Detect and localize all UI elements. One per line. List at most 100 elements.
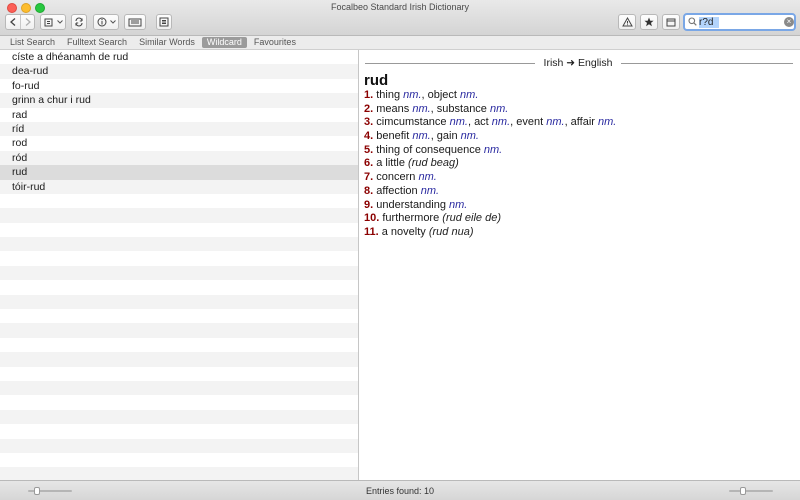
- results-list[interactable]: císte a dhéanamh de rud dea-rud fo-rud grin…: [0, 50, 358, 480]
- info-menu-button[interactable]: [93, 14, 119, 30]
- empty-row: [0, 194, 358, 208]
- grammar-tag: nm.: [420, 184, 440, 197]
- direction-header: Irish ➜ English: [365, 57, 793, 69]
- entries-found-label: Entries found: 10: [365, 486, 435, 496]
- sense-number: 9.: [364, 198, 374, 211]
- right-zoom-slider[interactable]: [729, 487, 773, 495]
- grammar-tag: nm.: [449, 116, 468, 129]
- empty-row: [0, 223, 358, 237]
- sense-number: 3.: [364, 116, 374, 129]
- clear-circle-icon[interactable]: ×: [784, 17, 794, 27]
- empty-row: [0, 424, 358, 438]
- title-bar: Focalbeo Standard Irish Dictionary r?d ×: [0, 0, 800, 36]
- empty-row: [0, 237, 358, 252]
- list-item[interactable]: rud: [0, 165, 358, 180]
- dictionary-menu-button[interactable]: [40, 14, 66, 30]
- example-phrase: (rud nua): [428, 225, 474, 238]
- back-button[interactable]: [6, 15, 20, 29]
- sense-item: 10. furthermore (rud eile de): [364, 212, 616, 226]
- search-mode-tabs: List Search Fulltext Search Similar Words W…: [0, 36, 800, 50]
- info-circle-icon: [97, 17, 106, 27]
- sense-item: 8. affection nm.: [364, 185, 616, 199]
- keyboard-button[interactable]: [124, 14, 146, 30]
- list-item[interactable]: grinn a chur i rud: [0, 93, 358, 108]
- chevron-down-icon: [109, 20, 116, 24]
- sense-text: understanding: [376, 198, 450, 211]
- sense-item: 5. thing of consequence nm.: [364, 144, 616, 158]
- empty-row: [0, 352, 358, 367]
- empty-row: [0, 323, 358, 338]
- forward-button[interactable]: [20, 15, 34, 29]
- sense-number: 4.: [364, 130, 374, 143]
- sense-text: concern: [376, 171, 419, 184]
- empty-row: [0, 208, 358, 223]
- sense-text: , event: [510, 116, 547, 129]
- sense-item: 7. concern nm.: [364, 171, 616, 185]
- sense-text: thing of consequence: [376, 143, 484, 156]
- sense-text: benefit: [376, 130, 413, 143]
- sense-text: furthermore: [382, 212, 443, 225]
- empty-row: [0, 294, 358, 310]
- back-forward-control: [5, 14, 35, 30]
- list-item[interactable]: císte a dhéanamh de rud: [0, 50, 358, 64]
- sense-text: thing: [376, 89, 404, 101]
- sense-text: means: [376, 102, 413, 115]
- tab-list-search[interactable]: List Search: [5, 37, 60, 48]
- list-item[interactable]: ród: [0, 150, 358, 166]
- swap-direction-button[interactable]: [71, 14, 87, 30]
- sense-number: 5.: [364, 143, 374, 156]
- search-field[interactable]: ×: [683, 13, 796, 31]
- sense-text: , act: [467, 116, 492, 129]
- example-phrase: (rud beag): [408, 157, 459, 170]
- sense-item: 1. thing nm., object nm.: [364, 89, 616, 103]
- chevron-right-icon: [25, 18, 31, 26]
- sense-number: 7.: [364, 171, 374, 184]
- book-icon: [44, 18, 52, 26]
- search-input[interactable]: [699, 16, 719, 28]
- list-item[interactable]: dea-rud: [0, 64, 358, 79]
- sense-text: , object: [421, 89, 461, 101]
- empty-row: [0, 395, 358, 409]
- list-item[interactable]: rod: [0, 136, 358, 150]
- chevron-left-icon: [10, 18, 16, 26]
- grammar-tag: nm.: [412, 130, 431, 143]
- empty-row: [0, 467, 358, 480]
- empty-row: [0, 438, 358, 453]
- star-icon: [644, 17, 654, 27]
- grammar-tag: nm.: [418, 171, 437, 184]
- direction-label: Irish ➜ English: [543, 57, 613, 69]
- tab-similar-words[interactable]: Similar Words: [134, 37, 200, 48]
- sense-number: 2.: [364, 102, 374, 115]
- grammar-tag: nm.: [403, 89, 422, 101]
- tab-favourites[interactable]: Favourites: [249, 37, 301, 48]
- slider-knob[interactable]: [740, 487, 747, 495]
- sense-text: , affair: [564, 116, 598, 129]
- entry-pane: Irish ➜ English rud 1. thing nm., object…: [359, 50, 800, 480]
- list-item[interactable]: fo-rud: [0, 79, 358, 93]
- sense-text: a little: [376, 157, 409, 170]
- list-panel-icon: [159, 17, 169, 27]
- sense-text: a novelty: [381, 225, 429, 238]
- sense-item: 11. a novelty (rud nua): [364, 226, 616, 240]
- list-item[interactable]: tóir-rud: [0, 179, 358, 194]
- sense-text: affection: [376, 184, 421, 197]
- report-error-button[interactable]: [618, 14, 636, 30]
- list-item[interactable]: ríd: [0, 121, 358, 137]
- empty-row: [0, 367, 358, 381]
- headword: rud: [364, 72, 389, 89]
- grammar-tag: nm.: [460, 130, 479, 143]
- list-item[interactable]: rad: [0, 108, 358, 122]
- grammar-tag: nm.: [491, 116, 511, 129]
- sense-number: 8.: [364, 184, 374, 197]
- add-favourite-button[interactable]: [640, 14, 658, 30]
- tab-wildcard[interactable]: Wildcard: [201, 37, 247, 48]
- sense-item: 9. understanding nm.: [364, 199, 616, 213]
- empty-row: [0, 251, 358, 265]
- sidebar-toggle-button[interactable]: [156, 14, 172, 30]
- tab-fulltext-search[interactable]: Fulltext Search: [62, 37, 132, 48]
- empty-row: [0, 453, 358, 467]
- layout-button[interactable]: [662, 14, 680, 30]
- grammar-tag: nm.: [546, 116, 565, 129]
- sense-item: 2. means nm., substance nm.: [364, 103, 616, 117]
- empty-row: [0, 338, 358, 352]
